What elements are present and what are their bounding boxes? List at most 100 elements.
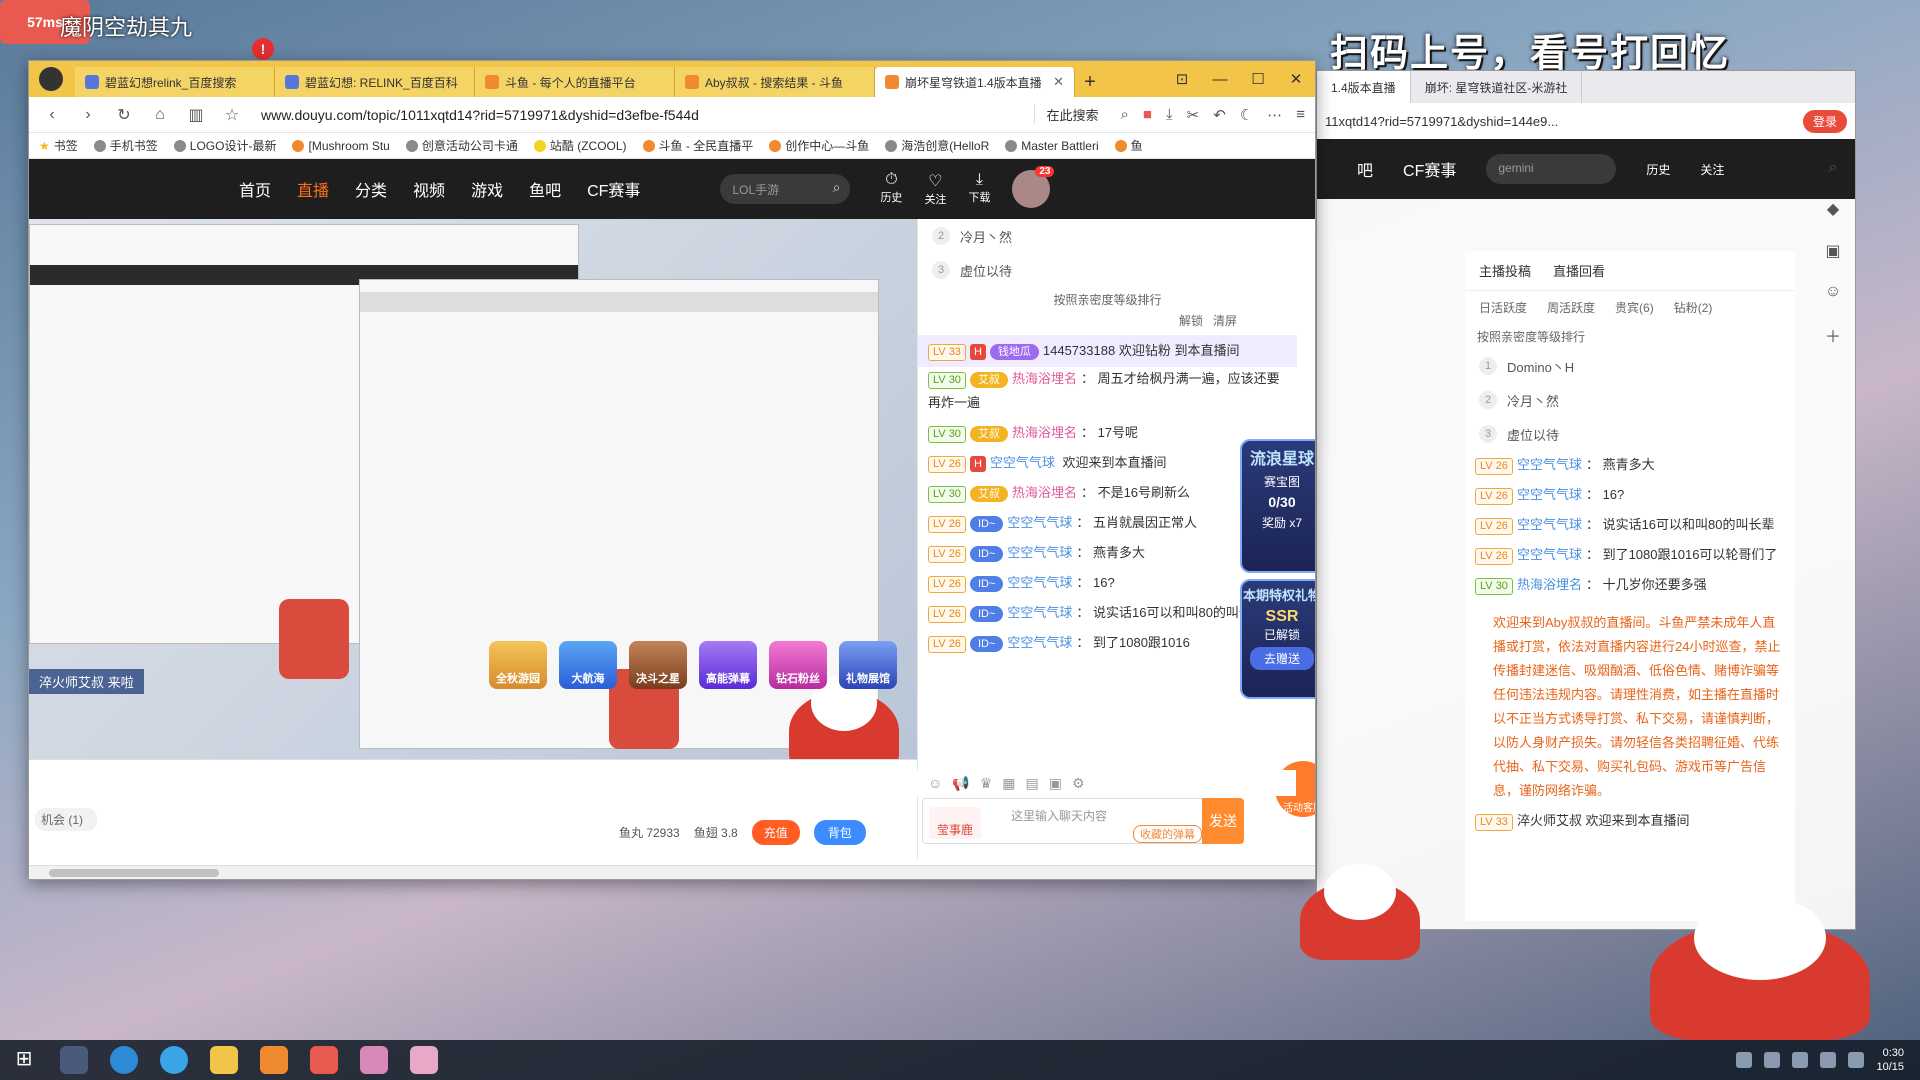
translate-icon[interactable]: ■ <box>1143 106 1152 124</box>
recharge-button[interactable]: 充值 <box>751 820 800 845</box>
tray-icon[interactable] <box>1792 1052 1809 1068</box>
secondary-tab-1[interactable]: 崩坏: 星穹铁道社区-米游社 <box>1411 71 1583 103</box>
bag-button[interactable]: 背包 <box>813 820 866 845</box>
home-icon[interactable]: ⌂ <box>147 106 173 124</box>
user-icon[interactable]: ☺ <box>1825 283 1841 301</box>
tab-3[interactable]: Aby叔叔 - 搜索结果 - 斗鱼 <box>675 67 875 97</box>
secondary-tab-0[interactable]: 1.4版本直播 <box>1317 71 1411 103</box>
bookmark-item[interactable]: 海浩创意(HelloR <box>885 137 989 154</box>
gift-item[interactable]: 全秋游园 <box>489 641 547 689</box>
settings-icon[interactable]: ⚙ <box>1072 775 1085 792</box>
send-gift-button[interactable]: 去赠送 <box>1250 647 1314 670</box>
nav-video[interactable]: 视频 <box>413 177 445 201</box>
bookmark-item[interactable]: 鱼 <box>1114 137 1143 154</box>
secondary-url[interactable]: 11xqtd14?rid=5719971&dyshid=144e9... <box>1325 114 1558 129</box>
secondary-search-input[interactable]: gemini <box>1486 154 1617 184</box>
game-icon[interactable] <box>410 1046 438 1074</box>
chat-input[interactable]: 莹事鹿 这里输入聊天内容 收藏的弹幕 <box>922 798 1244 844</box>
horizontal-scrollbar[interactable] <box>29 865 1315 879</box>
secondary-nav-bar[interactable]: 吧 <box>1357 157 1373 181</box>
download-button[interactable]: ⤓ 下载 <box>968 171 990 207</box>
scroll-thumb[interactable] <box>49 869 219 877</box>
douyu-app-icon[interactable] <box>310 1046 338 1074</box>
secondary-address-bar[interactable]: 11xqtd14?rid=5719971&dyshid=144e9... 登录 <box>1317 103 1855 139</box>
tray-icon[interactable] <box>1764 1052 1781 1068</box>
close-icon[interactable]: ✕ <box>1053 74 1064 90</box>
secondary-follow[interactable]: 关注 <box>1700 161 1724 178</box>
tab-diamond-fans[interactable]: 钻粉(2) <box>1674 299 1713 316</box>
url-input[interactable]: www.douyu.com/topic/1011xqtd14?rid=57199… <box>255 107 1024 123</box>
search-icon[interactable]: ⌕ <box>1121 106 1129 124</box>
bookmark-item[interactable]: LOGO设计-最新 <box>173 137 276 154</box>
gift-icon[interactable]: ▤ <box>1026 775 1039 792</box>
menu-icon[interactable]: ≡ <box>1296 106 1305 124</box>
reload-icon[interactable]: ↻ <box>111 105 137 125</box>
bookmark-item[interactable]: Master Battleri <box>1005 139 1099 153</box>
search-icon[interactable]: ⌕ <box>833 179 841 196</box>
task-view-icon[interactable] <box>60 1046 88 1074</box>
gift-item[interactable]: 大航海 <box>559 641 617 689</box>
search-icon[interactable]: ⌕ <box>1829 159 1838 177</box>
nav-category[interactable]: 分类 <box>355 177 387 201</box>
bookmark-item[interactable]: 站酷 (ZCOOL) <box>533 137 627 154</box>
forward-icon[interactable]: › <box>75 106 101 124</box>
bookmark-item[interactable]: 手机书签 <box>93 137 158 154</box>
nav-fishbar[interactable]: 鱼吧 <box>529 177 561 201</box>
tab-0[interactable]: 碧蓝幻想relink_百度搜索 <box>75 67 275 97</box>
rank-link[interactable]: 按照亲密度等级排行 <box>1465 324 1795 349</box>
nav-games[interactable]: 游戏 <box>471 177 503 201</box>
opportunity-badge[interactable]: 机会 (1) <box>35 808 98 831</box>
bookmark-icon[interactable]: ◆ <box>1827 199 1839 219</box>
follow-button[interactable]: ♡ 关注 <box>924 171 946 207</box>
browser-logo-icon[interactable] <box>39 67 63 91</box>
grid-icon[interactable]: ▦ <box>1002 775 1015 792</box>
nav-home[interactable]: 首页 <box>239 177 271 201</box>
bookmark-item[interactable]: 创意活动公司卡通 <box>405 137 518 154</box>
pin-icon[interactable]: ⊡ <box>1163 70 1201 88</box>
browser-icon[interactable] <box>160 1046 188 1074</box>
toolbox-icon[interactable]: ▣ <box>1825 241 1840 261</box>
gift-item[interactable]: 决斗之星 <box>629 641 687 689</box>
tab-weekly-activity[interactable]: 周活跃度 <box>1547 299 1595 316</box>
saved-danmaku-button[interactable]: 收藏的弹幕 <box>1133 825 1202 843</box>
add-icon[interactable]: ＋ <box>1825 323 1841 347</box>
minimize-icon[interactable]: — <box>1201 71 1239 88</box>
reader-icon[interactable]: ▥ <box>183 105 209 125</box>
search-engine-input[interactable]: 在此搜索 <box>1033 105 1111 124</box>
game-icon[interactable] <box>360 1046 388 1074</box>
tab-replays[interactable]: 直播回看 <box>1553 261 1605 280</box>
close-window-icon[interactable]: ✕ <box>1277 70 1315 88</box>
wandering-planet-card[interactable]: 流浪星球 赛宝图 0/30 奖励 x7 <box>1240 439 1315 573</box>
steam-icon[interactable] <box>1848 1052 1865 1068</box>
gift-item[interactable]: 高能弹幕 <box>699 641 757 689</box>
tray-icon[interactable] <box>1820 1052 1837 1068</box>
gift-item[interactable]: 钻石粉丝 <box>769 641 827 689</box>
edge-icon[interactable] <box>110 1046 138 1074</box>
history-button[interactable]: ⏱ 历史 <box>880 171 902 207</box>
tab-2[interactable]: 斗鱼 - 每个人的直播平台 <box>475 67 675 97</box>
back-icon[interactable]: ‹ <box>39 106 65 124</box>
login-button[interactable]: 登录 <box>1802 109 1847 133</box>
new-tab-button[interactable]: + <box>1075 67 1105 97</box>
douyu-search-input[interactable]: LOL手游 ⌕ <box>720 174 851 204</box>
folder-icon[interactable] <box>210 1046 238 1074</box>
bookmark-item[interactable]: 斗鱼 - 全民直播平 <box>642 137 753 154</box>
secondary-history[interactable]: 历史 <box>1646 161 1670 178</box>
gift-item[interactable]: 礼物展馆 <box>839 641 897 689</box>
windows-start-icon[interactable]: ⊞ <box>10 1046 38 1074</box>
avatar[interactable]: 23 <box>1012 166 1055 208</box>
crown-icon[interactable]: ♛ <box>980 775 993 792</box>
speaker-icon[interactable]: 📢 <box>952 775 969 792</box>
bookmark-item[interactable]: [Mushroom Stu <box>292 139 390 153</box>
more-icon[interactable]: ⋯ <box>1267 106 1282 124</box>
undo-icon[interactable]: ↶ <box>1213 106 1226 124</box>
tray-icon[interactable] <box>1736 1052 1753 1068</box>
box-icon[interactable]: ▣ <box>1049 775 1062 792</box>
maximize-icon[interactable]: ☐ <box>1239 70 1277 88</box>
tab-vip[interactable]: 贵宾(6) <box>1615 299 1654 316</box>
send-button[interactable]: 发送 <box>1202 798 1244 844</box>
tab-1[interactable]: 碧蓝幻想: RELINK_百度百科 <box>275 67 475 97</box>
night-mode-icon[interactable]: ☾ <box>1240 106 1253 124</box>
scissors-icon[interactable]: ✂ <box>1187 106 1200 124</box>
bookmark-item[interactable]: 创作中心—斗鱼 <box>769 137 869 154</box>
